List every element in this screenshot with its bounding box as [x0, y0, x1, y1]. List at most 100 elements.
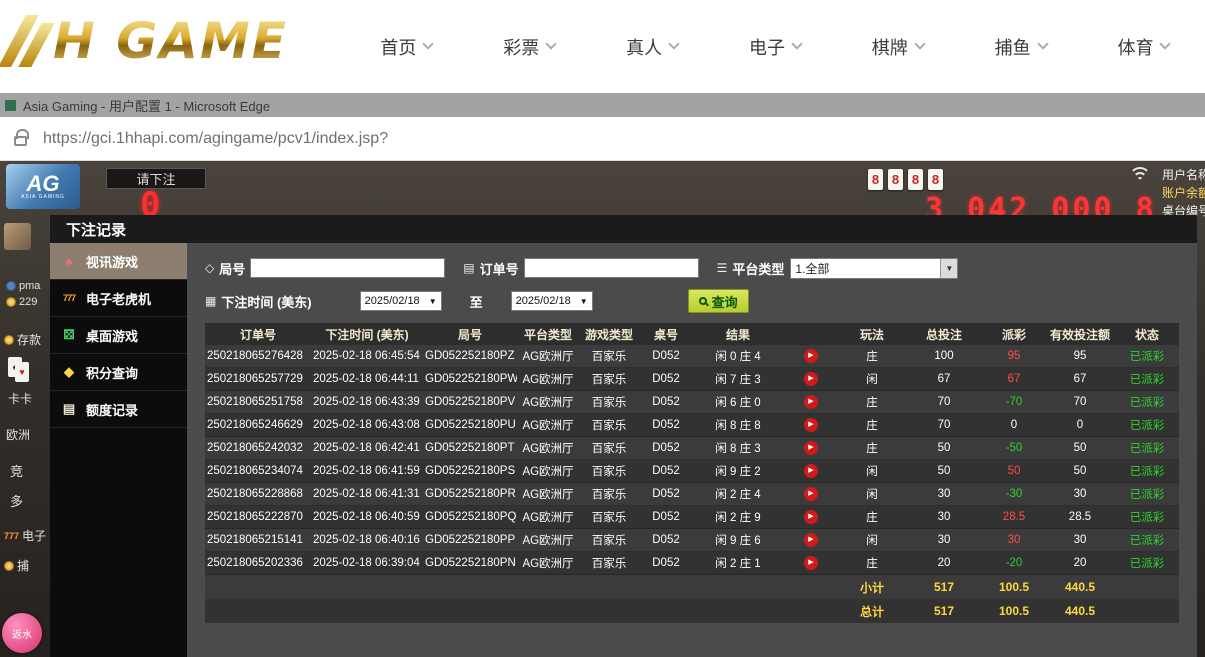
cell-replay: ▶ [783, 395, 839, 409]
cell-order-no: 250218065234074 [205, 465, 311, 477]
cell-game-type: 百家乐 [579, 463, 639, 479]
dropdown-arrow-icon: ▼ [940, 259, 957, 278]
order-no-input[interactable] [524, 258, 699, 278]
cell-valid-bet: 30 [1045, 488, 1115, 500]
nav-item-6[interactable]: 捕鱼 [995, 34, 1047, 60]
platform-type-value: 1.全部 [791, 260, 829, 277]
cell-total-bet: 50 [905, 442, 983, 454]
cell-order-no: 250218065228868 [205, 488, 311, 500]
sidebar-dianzi[interactable]: 777 电子 [4, 527, 46, 544]
user-avatar[interactable] [4, 223, 31, 250]
nav-item-1[interactable]: 首页 [380, 34, 432, 60]
chevron-down-icon [914, 38, 925, 49]
total-row-label: 总计 [839, 603, 905, 620]
query-button[interactable]: 查询 [688, 289, 749, 313]
cell-game-no: GD052252180PS [423, 465, 517, 477]
main-nav: 首页 彩票 真人 电子 棋牌 捕鱼 体育 [345, 0, 1205, 93]
cell-valid-bet: 0 [1045, 419, 1115, 431]
sidebar-username: pma [6, 280, 40, 292]
sidebar-duo[interactable]: 多 [10, 491, 23, 510]
url-text[interactable]: https://gci.1hhapi.com/agingame/pcv1/ind… [43, 130, 388, 148]
date-to-picker[interactable]: 2025/02/18 ▼ [511, 291, 593, 311]
document-icon: ▤ [60, 401, 78, 417]
cell-result: 闲 2 庄 9 [693, 509, 783, 525]
wifi-icon [1128, 167, 1152, 185]
site-logo[interactable]: H GAME [12, 12, 288, 70]
cell-payout: -30 [983, 488, 1045, 500]
sidebar-bu[interactable]: 捕 [4, 557, 29, 574]
cell-table-no: D052 [639, 488, 693, 500]
platform-type-select[interactable]: 1.全部 ▼ [790, 258, 958, 279]
cell-game-no: GD052252180PZ [423, 350, 517, 362]
cell-status: 已派彩 [1115, 394, 1179, 410]
cell-payout: 0 [983, 419, 1045, 431]
cell-table-no: D052 [639, 373, 693, 385]
replay-button[interactable]: ▶ [804, 418, 818, 432]
menu-item-label: 积分查询 [86, 363, 138, 382]
cell-total-bet: 20 [905, 557, 983, 569]
cell-payout: 30 [983, 534, 1045, 546]
diamond-icon: ◆ [60, 364, 78, 380]
replay-button[interactable]: ▶ [804, 464, 818, 478]
replay-button[interactable]: ▶ [804, 510, 818, 524]
panel-menu: ♠ 视讯游戏 777电子老虎机⚄桌面游戏 ◆ 积分查询 ▤额度记录 [50, 243, 187, 657]
cell-status: 已派彩 [1115, 463, 1179, 479]
menu-item-label: 视讯游戏 [86, 252, 138, 271]
sidebar-europe[interactable]: 欧洲 [6, 426, 30, 443]
order-no-label: ▤ 订单号 [463, 259, 518, 278]
replay-button[interactable]: ▶ [804, 395, 818, 409]
cell-status: 已派彩 [1115, 486, 1179, 502]
menu-item-5[interactable]: ▤额度记录 [50, 391, 187, 428]
replay-button[interactable]: ▶ [804, 556, 818, 570]
rebate-badge[interactable]: 返水 [2, 613, 42, 653]
date-from-picker[interactable]: 2025/02/18 ▼ [360, 291, 442, 311]
cell-table-no: D052 [639, 442, 693, 454]
cell-payout: 67 [983, 373, 1045, 385]
cell-result: 闲 9 庄 2 [693, 463, 783, 479]
replay-button[interactable]: ▶ [804, 349, 818, 363]
cards-icon: ♠♥ [8, 357, 28, 383]
cell-play: 庄 [839, 509, 905, 525]
cell-table-no: D052 [639, 534, 693, 546]
sidebar-coin-balance: 229 [6, 296, 37, 308]
cards-dice-icon: ♠ [60, 254, 78, 269]
cell-play: 庄 [839, 440, 905, 456]
menu-item-3[interactable]: ⚄桌面游戏 [50, 317, 187, 354]
cell-total-bet: 30 [905, 534, 983, 546]
replay-button[interactable]: ▶ [804, 533, 818, 547]
menu-item-1[interactable]: ♠ 视讯游戏 [50, 243, 187, 280]
menu-item-2[interactable]: 777电子老虎机 [50, 280, 187, 317]
cell-order-no: 250218065246629 [205, 419, 311, 431]
sidebar-deposit[interactable]: 存款 [4, 331, 41, 348]
cell-result: 闲 6 庄 0 [693, 394, 783, 410]
cell-replay: ▶ [783, 441, 839, 455]
nav-item-7[interactable]: 体育 [1117, 34, 1169, 60]
logo-text: H GAME [53, 12, 288, 70]
edge-titlebar: Asia Gaming - 用户配置 1 - Microsoft Edge [0, 93, 1205, 117]
cell-platform: AG欧洲厅 [517, 555, 579, 571]
cell-bet-time: 2025-02-18 06:41:59 [311, 465, 423, 477]
cell-platform: AG欧洲厅 [517, 417, 579, 433]
replay-button[interactable]: ▶ [804, 487, 818, 501]
nav-item-4[interactable]: 电子 [749, 34, 801, 60]
cell-order-no: 250218065215141 [205, 534, 311, 546]
table-header-9: 玩法 [839, 326, 905, 343]
chevron-down-icon [1037, 38, 1048, 49]
replay-button[interactable]: ▶ [804, 372, 818, 386]
menu-item-4[interactable]: ◆ 积分查询 [50, 354, 187, 391]
cell-total-bet: 30 [905, 488, 983, 500]
game-no-input[interactable] [250, 258, 445, 278]
cell-game-no: GD052252180PW [423, 373, 517, 385]
url-bar[interactable]: https://gci.1hhapi.com/agingame/pcv1/ind… [0, 117, 1205, 161]
nav-item-2[interactable]: 彩票 [503, 34, 555, 60]
cell-replay: ▶ [783, 556, 839, 570]
cell-total-bet: 517 [905, 604, 983, 618]
cell-table-no: D052 [639, 465, 693, 477]
sidebar-kaka[interactable]: 卡卡 [8, 390, 32, 407]
cell-bet-time: 2025-02-18 06:40:59 [311, 511, 423, 523]
sidebar-jing[interactable]: 竞 [10, 461, 23, 480]
replay-button[interactable]: ▶ [804, 441, 818, 455]
table-body: 2502180652764282025-02-18 06:45:54GD0522… [205, 345, 1179, 623]
nav-item-3[interactable]: 真人 [626, 34, 678, 60]
nav-item-5[interactable]: 棋牌 [872, 34, 924, 60]
